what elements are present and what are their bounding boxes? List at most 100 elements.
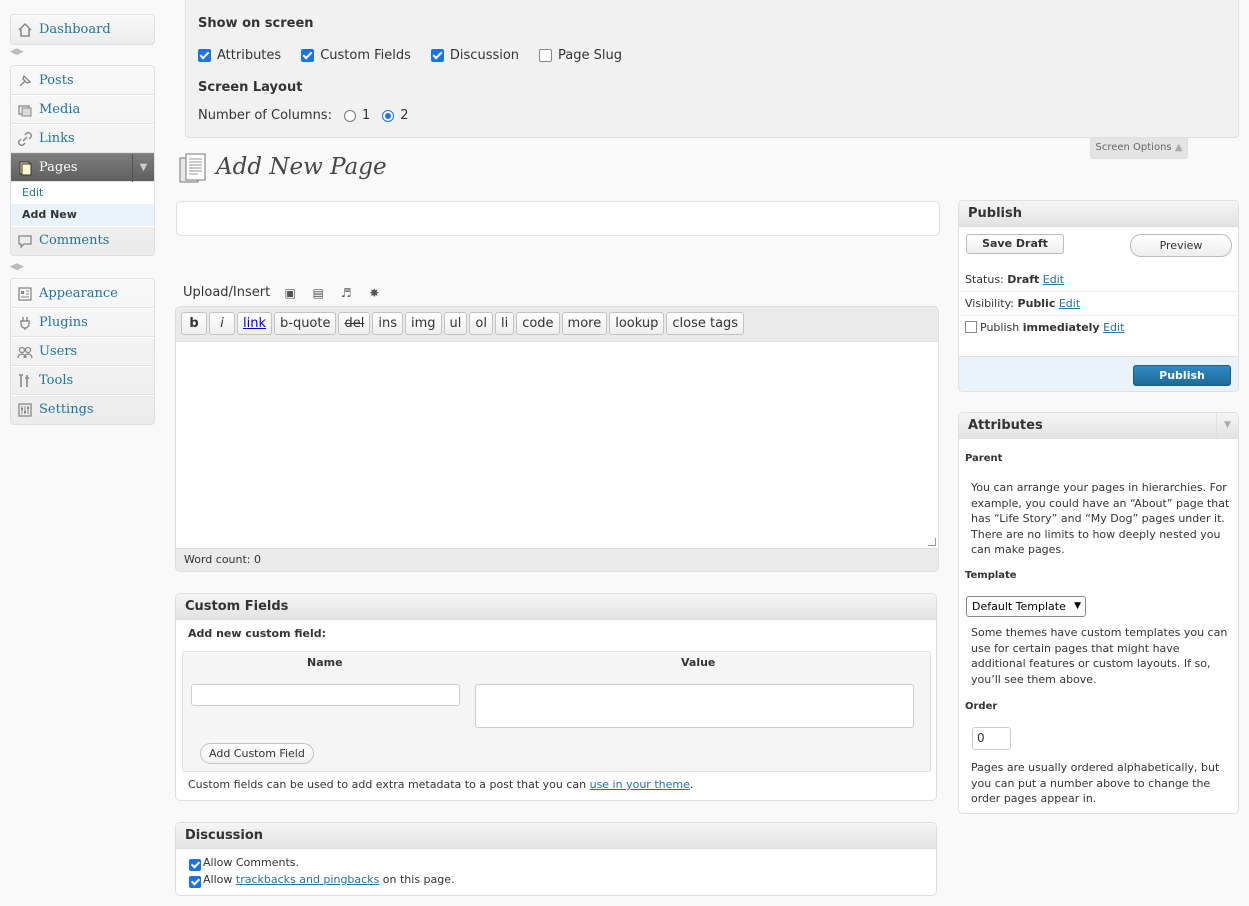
qt-more-button[interactable]: more — [561, 312, 608, 335]
sidebar-item-appearance[interactable]: Appearance — [11, 279, 154, 308]
checkbox-unchecked[interactable] — [539, 49, 553, 62]
menu-group-settings: Appearance Plugins Users Tools Settings — [10, 278, 155, 425]
quicktags-toolbar: b i link b-quote del ins img ul ol li co… — [176, 307, 938, 341]
sidebar-item-pages[interactable]: Pages ▼ — [11, 153, 154, 182]
pages-submenu: Edit Add New — [11, 182, 154, 226]
publish-header[interactable]: Publish — [959, 201, 1238, 227]
allow-pings-checkbox[interactable] — [189, 876, 201, 888]
template-selected: Default Template — [972, 600, 1066, 613]
post-editor: b i link b-quote del ins img ul ol li co… — [175, 306, 939, 572]
qt-ol-button[interactable]: ol — [469, 312, 493, 335]
checkbox-discussion[interactable]: Discussion — [430, 48, 520, 63]
custom-fields-header[interactable]: Custom Fields — [176, 594, 936, 620]
qt-close-tags-button[interactable]: close tags — [666, 312, 745, 335]
qt-del-button[interactable]: del — [338, 312, 371, 335]
col-value-header: Value — [681, 656, 716, 669]
qt-bold-button[interactable]: b — [181, 312, 207, 335]
qt-img-button[interactable]: img — [404, 312, 442, 335]
appearance-icon — [17, 286, 33, 302]
checkbox-checked[interactable] — [430, 49, 444, 62]
add-custom-field-button[interactable]: Add Custom Field — [200, 743, 314, 764]
add-audio-icon[interactable]: ♬ — [338, 286, 354, 300]
qt-ins-button[interactable]: ins — [372, 312, 403, 335]
menu-separator: ◀▶ — [10, 47, 24, 57]
status-label: Status: — [965, 273, 1004, 286]
add-video-icon[interactable]: ▤ — [310, 286, 326, 300]
custom-field-value-input[interactable] — [475, 684, 914, 728]
qt-link-button[interactable]: link — [237, 312, 272, 335]
save-draft-button[interactable]: Save Draft — [966, 234, 1064, 254]
sidebar-item-users[interactable]: Users — [11, 337, 154, 366]
publish-actions: Publish — [959, 356, 1238, 391]
qt-italic-button[interactable]: i — [209, 312, 235, 335]
sidebar-item-links[interactable]: Links — [11, 124, 154, 153]
upload-insert-label: Upload/Insert — [183, 285, 271, 300]
sidebar-item-settings[interactable]: Settings — [11, 395, 154, 424]
chevron-down-icon[interactable]: ▼ — [132, 154, 154, 182]
qt-ul-button[interactable]: ul — [443, 312, 468, 335]
columns-row: Number of Columns: 1 2 — [198, 108, 409, 123]
edit-status-link[interactable]: Edit — [1043, 273, 1064, 286]
settings-icon — [17, 402, 33, 418]
sidebar-item-label: Media — [39, 101, 81, 117]
menu-separator: ◀▶ — [10, 262, 24, 272]
columns-label: Number of Columns: — [198, 108, 332, 123]
parent-help: You can arrange your pages in hierarchie… — [971, 481, 1230, 556]
visibility-value: Public — [1017, 297, 1056, 310]
sidebar-item-dashboard[interactable]: Dashboard — [11, 15, 154, 44]
order-help: Pages are usually ordered alphabetically… — [971, 761, 1220, 805]
pin-icon — [17, 73, 33, 89]
add-media-icon[interactable]: ✸ — [366, 286, 382, 300]
sidebar-item-label: Tools — [39, 372, 74, 388]
link-icon — [17, 131, 33, 147]
sidebar-item-posts[interactable]: Posts — [11, 66, 154, 95]
checkbox-custom-fields[interactable]: Custom Fields — [301, 48, 411, 63]
checkbox-checked[interactable] — [301, 49, 315, 62]
custom-field-name-input[interactable] — [191, 684, 460, 706]
screen-options-tab-label: Screen Options — [1095, 142, 1172, 153]
sidebar-item-tools[interactable]: Tools — [11, 366, 154, 395]
chevron-down-icon[interactable]: ▼ — [1216, 413, 1238, 438]
resize-handle[interactable] — [928, 538, 936, 546]
trackbacks-link[interactable]: trackbacks and pingbacks — [236, 873, 379, 886]
sidebar-item-media[interactable]: Media — [11, 95, 154, 124]
tools-icon — [17, 373, 33, 389]
sidebar-item-label: Appearance — [39, 285, 118, 301]
qt-lookup-button[interactable]: lookup — [609, 312, 665, 335]
preview-button[interactable]: Preview — [1130, 234, 1232, 257]
pages-icon — [17, 160, 33, 176]
screen-options-panel: Show on screen Attributes Custom Fields … — [185, 0, 1239, 138]
radio-columns-1[interactable] — [343, 109, 356, 122]
schedule-row: Publish immediately Edit — [965, 321, 1124, 334]
allow-comments-checkbox[interactable] — [189, 859, 201, 871]
sidebar-item-label: Posts — [39, 72, 74, 88]
submenu-item-add-new[interactable]: Add New — [11, 204, 154, 226]
sidebar-item-comments[interactable]: Comments — [11, 226, 154, 255]
checkbox-label: Custom Fields — [320, 48, 411, 63]
checkbox-attributes[interactable]: Attributes — [198, 48, 281, 63]
publish-button[interactable]: Publish — [1133, 365, 1231, 386]
users-icon — [17, 344, 33, 360]
col-name-header: Name — [307, 656, 343, 669]
order-input[interactable]: 0 — [972, 727, 1011, 750]
edit-schedule-link[interactable]: Edit — [1103, 321, 1124, 334]
title-input[interactable] — [176, 201, 940, 236]
content-textarea[interactable] — [176, 341, 938, 549]
radio-columns-2[interactable] — [382, 109, 395, 122]
arrow-up-icon: ▲ — [1174, 142, 1183, 153]
screen-options-tab[interactable]: Screen Options ▲ — [1090, 138, 1188, 159]
discussion-header[interactable]: Discussion — [176, 823, 936, 849]
checkbox-checked[interactable] — [198, 49, 211, 62]
add-image-icon[interactable]: ▣ — [282, 286, 298, 300]
use-in-theme-link[interactable]: use in your theme — [590, 778, 690, 791]
qt-blockquote-button[interactable]: b-quote — [274, 312, 337, 335]
template-select[interactable]: Default Template ▼ — [966, 596, 1086, 617]
submenu-item-edit[interactable]: Edit — [11, 182, 154, 204]
qt-li-button[interactable]: li — [494, 312, 515, 335]
qt-code-button[interactable]: code — [516, 312, 560, 335]
checkbox-label: Discussion — [449, 48, 520, 63]
edit-visibility-link[interactable]: Edit — [1059, 297, 1080, 310]
attributes-header[interactable]: Attributes ▼ — [959, 413, 1238, 439]
checkbox-page-slug[interactable]: Page Slug — [539, 48, 622, 63]
sidebar-item-plugins[interactable]: Plugins — [11, 308, 154, 337]
